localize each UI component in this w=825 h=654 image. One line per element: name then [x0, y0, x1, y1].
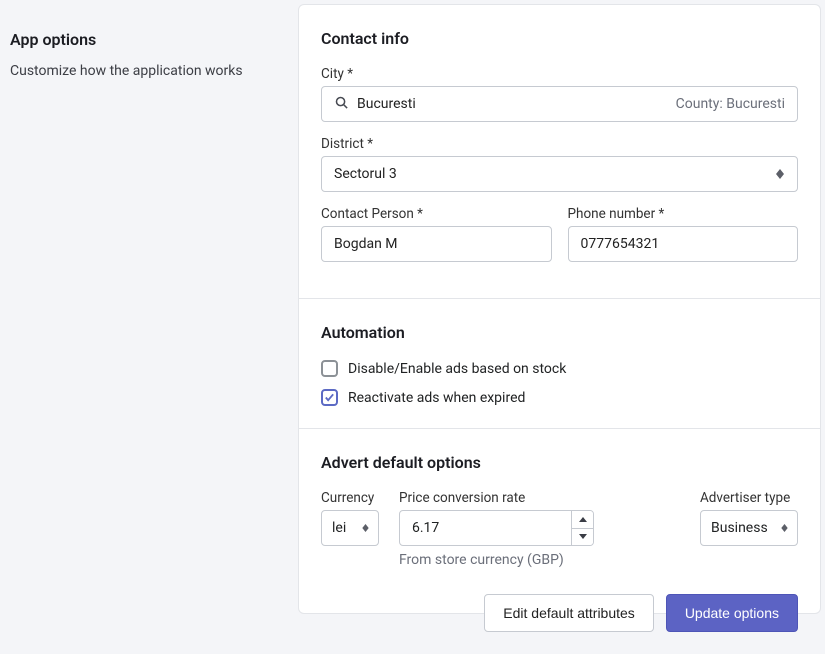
rate-step-down[interactable] [572, 529, 593, 546]
checkbox-row-reactivate[interactable]: Reactivate ads when expired [321, 389, 798, 406]
currency-select[interactable]: lei [321, 510, 379, 546]
reactivate-checkbox[interactable] [321, 389, 338, 406]
city-value: Bucuresti [357, 96, 668, 112]
sidebar: App options Customize how the applicatio… [0, 0, 298, 618]
currency-label: Currency [321, 490, 379, 506]
phone-input[interactable]: 0777654321 [568, 226, 799, 262]
county-label: County: Bucuresti [676, 96, 785, 112]
advertiser-select[interactable]: Business [700, 510, 798, 546]
rate-input[interactable]: 6.17 [399, 510, 594, 546]
advertiser-label: Advertiser type [700, 490, 798, 506]
section-advert: Advert default options Currency lei Pric… [299, 429, 820, 578]
automation-heading: Automation [321, 323, 798, 342]
sidebar-subtitle: Customize how the application works [10, 63, 278, 79]
phone-value: 0777654321 [581, 236, 660, 252]
stock-label: Disable/Enable ads based on stock [348, 361, 566, 377]
person-value: Bogdan M [334, 236, 398, 252]
chevron-updown-icon [775, 167, 785, 181]
city-label: City * [321, 66, 798, 82]
advert-heading: Advert default options [321, 453, 798, 472]
contact-heading: Contact info [321, 29, 798, 48]
currency-value: lei [332, 520, 346, 536]
person-label: Contact Person * [321, 206, 552, 222]
field-rate: Price conversion rate 6.17 From store cu… [399, 490, 594, 568]
rate-step-up[interactable] [572, 511, 593, 529]
reactivate-label: Reactivate ads when expired [348, 390, 525, 406]
field-phone: Phone number * 0777654321 [568, 206, 799, 262]
district-value: Sectorul 3 [334, 166, 397, 182]
field-currency: Currency lei [321, 490, 379, 546]
edit-attributes-button[interactable]: Edit default attributes [484, 594, 654, 632]
sidebar-title: App options [10, 30, 278, 49]
chevron-updown-icon [360, 521, 370, 535]
rate-stepper [571, 511, 593, 545]
rate-label: Price conversion rate [399, 490, 594, 506]
advertiser-value: Business [711, 520, 768, 536]
footer: Edit default attributes Update options [299, 578, 820, 654]
search-icon [334, 95, 349, 114]
update-options-button[interactable]: Update options [666, 594, 798, 632]
checkbox-row-stock[interactable]: Disable/Enable ads based on stock [321, 360, 798, 377]
rate-hint: From store currency (GBP) [399, 552, 594, 568]
field-contact-person: Contact Person * Bogdan M [321, 206, 552, 262]
field-advertiser: Advertiser type Business [700, 490, 798, 546]
phone-label: Phone number * [568, 206, 799, 222]
person-input[interactable]: Bogdan M [321, 226, 552, 262]
district-label: District * [321, 136, 798, 152]
rate-value: 6.17 [400, 511, 571, 545]
field-district: District * Sectorul 3 [321, 136, 798, 192]
main-panel: Contact info City * Bucuresti County: Bu… [298, 4, 821, 614]
field-city: City * Bucuresti County: Bucuresti [321, 66, 798, 122]
district-select[interactable]: Sectorul 3 [321, 156, 798, 192]
stock-checkbox[interactable] [321, 360, 338, 377]
city-input[interactable]: Bucuresti County: Bucuresti [321, 86, 798, 122]
section-contact: Contact info City * Bucuresti County: Bu… [299, 5, 820, 299]
chevron-updown-icon [779, 521, 789, 535]
section-automation: Automation Disable/Enable ads based on s… [299, 299, 820, 429]
